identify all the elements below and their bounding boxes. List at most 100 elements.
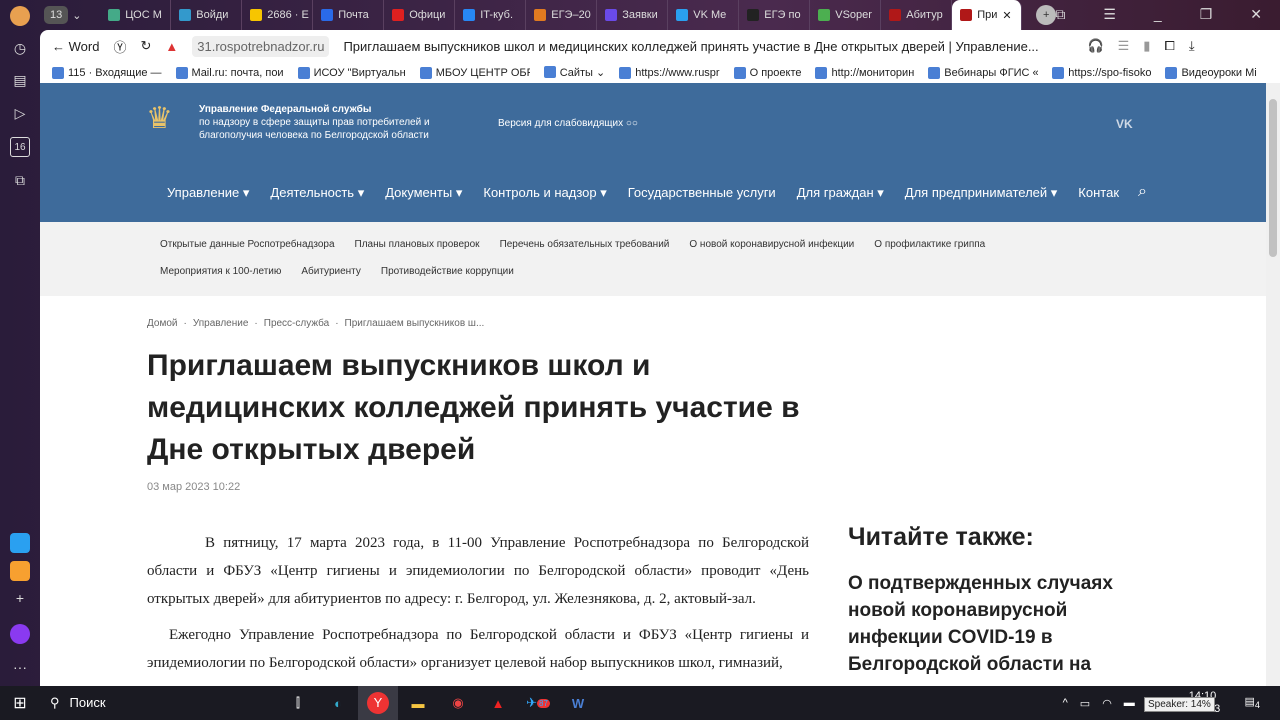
browser-tab[interactable]: IT-куб. (455, 0, 527, 30)
browser-tab[interactable]: VSoper (810, 0, 882, 30)
headphones-icon[interactable]: 🎧 (1087, 38, 1103, 54)
vk-icon[interactable]: VK (1116, 117, 1133, 131)
bookmark-item[interactable]: 115 · Входящие — (52, 66, 162, 79)
browser-tab[interactable]: VK Me (668, 0, 740, 30)
bookmark-item[interactable]: Сайты ⌄ (543, 66, 605, 79)
browser-tab[interactable]: Абитур (881, 0, 953, 30)
breadcrumb-item[interactable]: Домой (147, 318, 177, 329)
nav-item[interactable]: Для предпринимателей ▾ (905, 185, 1058, 201)
emblem-logo[interactable]: ♛ (146, 101, 182, 141)
search-label: Поиск (69, 695, 106, 710)
downloads-icon[interactable]: ⤓ (1189, 38, 1195, 54)
add-panel-icon[interactable]: + (10, 588, 30, 608)
subnav-link[interactable]: Перечень обязательных требований (500, 239, 670, 266)
alice-icon[interactable] (10, 624, 30, 644)
bookmark-favicon (543, 66, 556, 78)
browser-tab[interactable]: Заявки (597, 0, 669, 30)
nav-item[interactable]: Для граждан ▾ (797, 185, 884, 201)
subnav-link[interactable]: Планы плановых проверок (355, 239, 480, 266)
browser-tab[interactable]: ЕГЭ по (739, 0, 811, 30)
nav-item[interactable]: Деятельность ▾ (270, 185, 364, 201)
browser-tab[interactable]: 2686 · E (242, 0, 314, 30)
nav-item[interactable]: Контак (1078, 185, 1119, 201)
profile-avatar[interactable] (10, 6, 30, 26)
subnav-link[interactable]: О профилактике гриппа (874, 239, 985, 266)
browser-tab[interactable]: При ✕ (952, 0, 1023, 30)
bookmark-item[interactable]: Вебинары ФГИС « (928, 66, 1038, 79)
bookmark-item[interactable]: http://мониторин (815, 66, 914, 79)
breadcrumb-item[interactable]: Пресс-служба (264, 318, 329, 329)
url-field[interactable]: 31.rospotrebnadzor.ru (192, 35, 330, 57)
subnav-link[interactable]: О новой коронавирусной инфекции (689, 239, 854, 266)
wifi-icon[interactable]: ◠ (1102, 697, 1112, 710)
calendar-icon[interactable]: 16 (10, 137, 30, 157)
tabs-dropdown-icon[interactable]: ⌄ (72, 9, 100, 22)
browser-tab[interactable]: Почта (313, 0, 385, 30)
search-icon[interactable]: ⌕ (1138, 183, 1147, 201)
minimize-button[interactable]: _ (1154, 6, 1162, 23)
bookmark-item[interactable]: https://spo-fisoko (1052, 66, 1151, 79)
messenger-icon[interactable] (10, 533, 30, 553)
edge-icon[interactable]: ◐ (318, 686, 358, 720)
low-vision-link[interactable]: Версия для слабовидящих ○○ (498, 118, 638, 129)
breadcrumb-item[interactable]: Управление (193, 318, 249, 329)
subnav-link[interactable]: Абитуриенту (301, 266, 361, 293)
subnav-link[interactable]: Мероприятия к 100-летию (160, 266, 281, 293)
nav-item[interactable]: Документы ▾ (385, 185, 462, 201)
start-button[interactable]: ⊞ (0, 686, 40, 720)
nav-item[interactable]: Государственные услуги (628, 185, 776, 201)
browser-tab[interactable]: Офици (384, 0, 456, 30)
yandex-browser-icon[interactable]: Y (358, 686, 398, 720)
browser-tab[interactable]: ЕГЭ–20 (526, 0, 598, 30)
browser-tab[interactable]: Войди (171, 0, 243, 30)
warning-icon[interactable]: ▲ (165, 39, 178, 54)
reader-icon[interactable]: ☰ (1118, 38, 1130, 54)
tab-close-icon[interactable]: ✕ (1002, 9, 1011, 22)
bookmark-item[interactable]: О проекте (733, 66, 801, 79)
task-view-icon[interactable]: ⫿ (278, 686, 318, 720)
maximize-button[interactable]: ❐ (1200, 6, 1213, 23)
subnav-link[interactable]: Противодействие коррупции (381, 266, 514, 293)
acrobat-icon[interactable]: ▲ (478, 686, 518, 720)
extensions-icon[interactable]: ⧠ (1164, 38, 1174, 54)
show-hidden-icon[interactable]: ^ (1063, 697, 1068, 709)
scrollbar[interactable] (1266, 83, 1280, 686)
collections-icon[interactable]: ▤ (10, 70, 30, 90)
bookmark-item[interactable]: МБОУ ЦЕНТР ОБР (419, 66, 530, 79)
notifications-icon[interactable]: ▤4 (1245, 695, 1261, 710)
bookmark-item[interactable]: ИСОУ "Виртуальн (297, 66, 406, 79)
battery-icon[interactable]: ▬ (1124, 697, 1135, 709)
nav-item[interactable]: Контроль и надзор ▾ (483, 185, 606, 201)
screenshot-icon[interactable]: ⧉ (10, 170, 30, 190)
word-icon[interactable]: W (558, 686, 598, 720)
nav-item[interactable]: Управление ▾ (167, 185, 249, 201)
scrollbar-thumb[interactable] (1269, 99, 1277, 257)
chrome-icon[interactable]: ◉ (438, 686, 478, 720)
meet-icon[interactable]: ▭ (1080, 697, 1090, 710)
read-also-link[interactable]: О подтвержденных случаях новой коронавир… (848, 570, 1148, 678)
more-icon[interactable]: ··· (10, 657, 30, 677)
browser-tab[interactable]: ЦОС М (100, 0, 172, 30)
bookmark-item[interactable]: Mail.ru: почта, пои (175, 66, 284, 79)
bookmark-favicon (297, 66, 310, 79)
sub-nav: Открытые данные Роспотребнадзора Планы пл… (40, 222, 1266, 296)
tab-count-button[interactable]: 13 (44, 6, 69, 24)
menu-icon[interactable]: ☰ (1103, 6, 1116, 23)
yandex-icon[interactable]: Ⓨ (113, 37, 126, 56)
bookmark-item[interactable]: Видеоуроки Mi (1165, 66, 1257, 79)
bookmark-label: 115 · Входящие — (68, 66, 162, 79)
org-name[interactable]: Управление Федеральной службы по надзору… (199, 103, 459, 142)
close-button[interactable]: ✕ (1250, 6, 1262, 23)
bookmark-item[interactable]: https://www.ruspr (619, 66, 720, 79)
bookmark-icon[interactable]: ▮ (1143, 38, 1150, 54)
play-icon[interactable]: ▷ (10, 103, 30, 123)
mail-icon[interactable] (10, 561, 30, 581)
history-icon[interactable]: ◷ (10, 38, 30, 58)
reload-icon[interactable]: ↻ (140, 38, 151, 54)
bookmarks-panel-icon[interactable]: ⧉ (1055, 6, 1065, 23)
back-button[interactable]: ← Word (52, 39, 99, 54)
subnav-link[interactable]: Открытые данные Роспотребнадзора (160, 239, 335, 266)
telegram-icon[interactable]: ✈ 87 (518, 686, 558, 720)
explorer-icon[interactable]: ▬ (398, 686, 438, 720)
search-box[interactable]: ⚲ Поиск (40, 695, 278, 711)
